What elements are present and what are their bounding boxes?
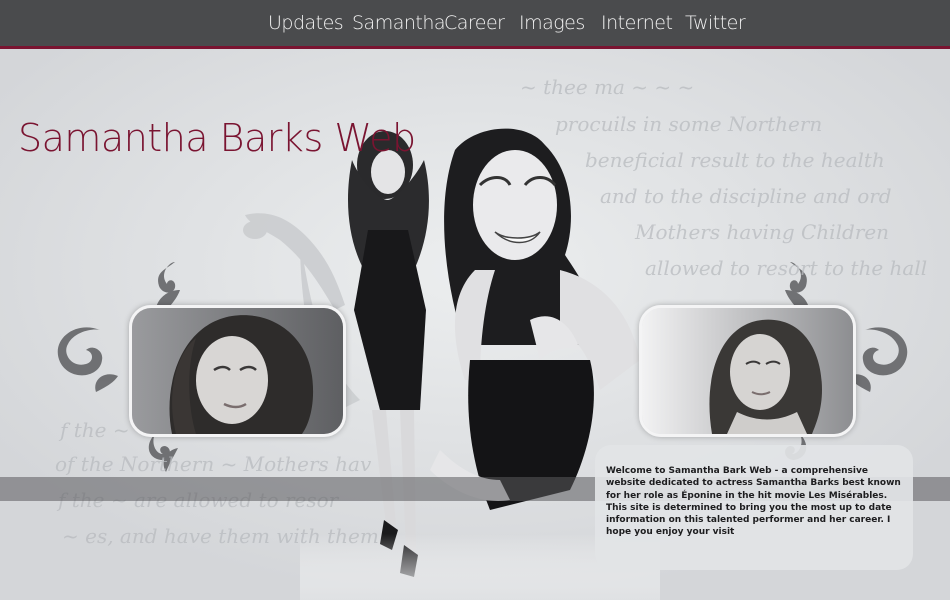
nav-link-images[interactable]: Images: [519, 10, 601, 38]
welcome-text: Welcome to Samantha Bark Web - a compreh…: [606, 466, 901, 538]
script-line: and to the discipline and ord: [600, 184, 892, 208]
script-line: procuils in some Northern: [555, 112, 823, 136]
nav-menu: Updates Samantha Career Images Internet …: [268, 10, 755, 38]
nav-link-samantha[interactable]: Samantha: [352, 10, 446, 38]
script-line: ~ es, and have them with them: [62, 524, 379, 548]
script-line: of the Northern ~ Mothers hav: [55, 452, 372, 476]
script-line: ~ thee ma ~ ~ ~: [520, 75, 695, 99]
script-line: allowed to resort to the hall: [645, 256, 928, 280]
nav-link-internet[interactable]: Internet: [601, 10, 685, 38]
portrait-image: [642, 308, 853, 434]
right-portrait-photo: [639, 305, 856, 437]
script-line: beneficial result to the health: [585, 148, 885, 172]
nav-link-career[interactable]: Career: [444, 10, 519, 38]
top-nav: Updates Samantha Career Images Internet …: [0, 0, 950, 49]
nav-link-updates[interactable]: Updates: [268, 10, 352, 38]
portrait-image: [132, 308, 343, 434]
welcome-box: Welcome to Samantha Bark Web - a compreh…: [595, 445, 913, 570]
script-line: Mothers having Children: [635, 220, 890, 244]
left-portrait-photo: [129, 305, 346, 437]
site-title: Samantha Barks Web: [18, 116, 416, 160]
nav-link-twitter[interactable]: Twitter: [685, 10, 755, 38]
